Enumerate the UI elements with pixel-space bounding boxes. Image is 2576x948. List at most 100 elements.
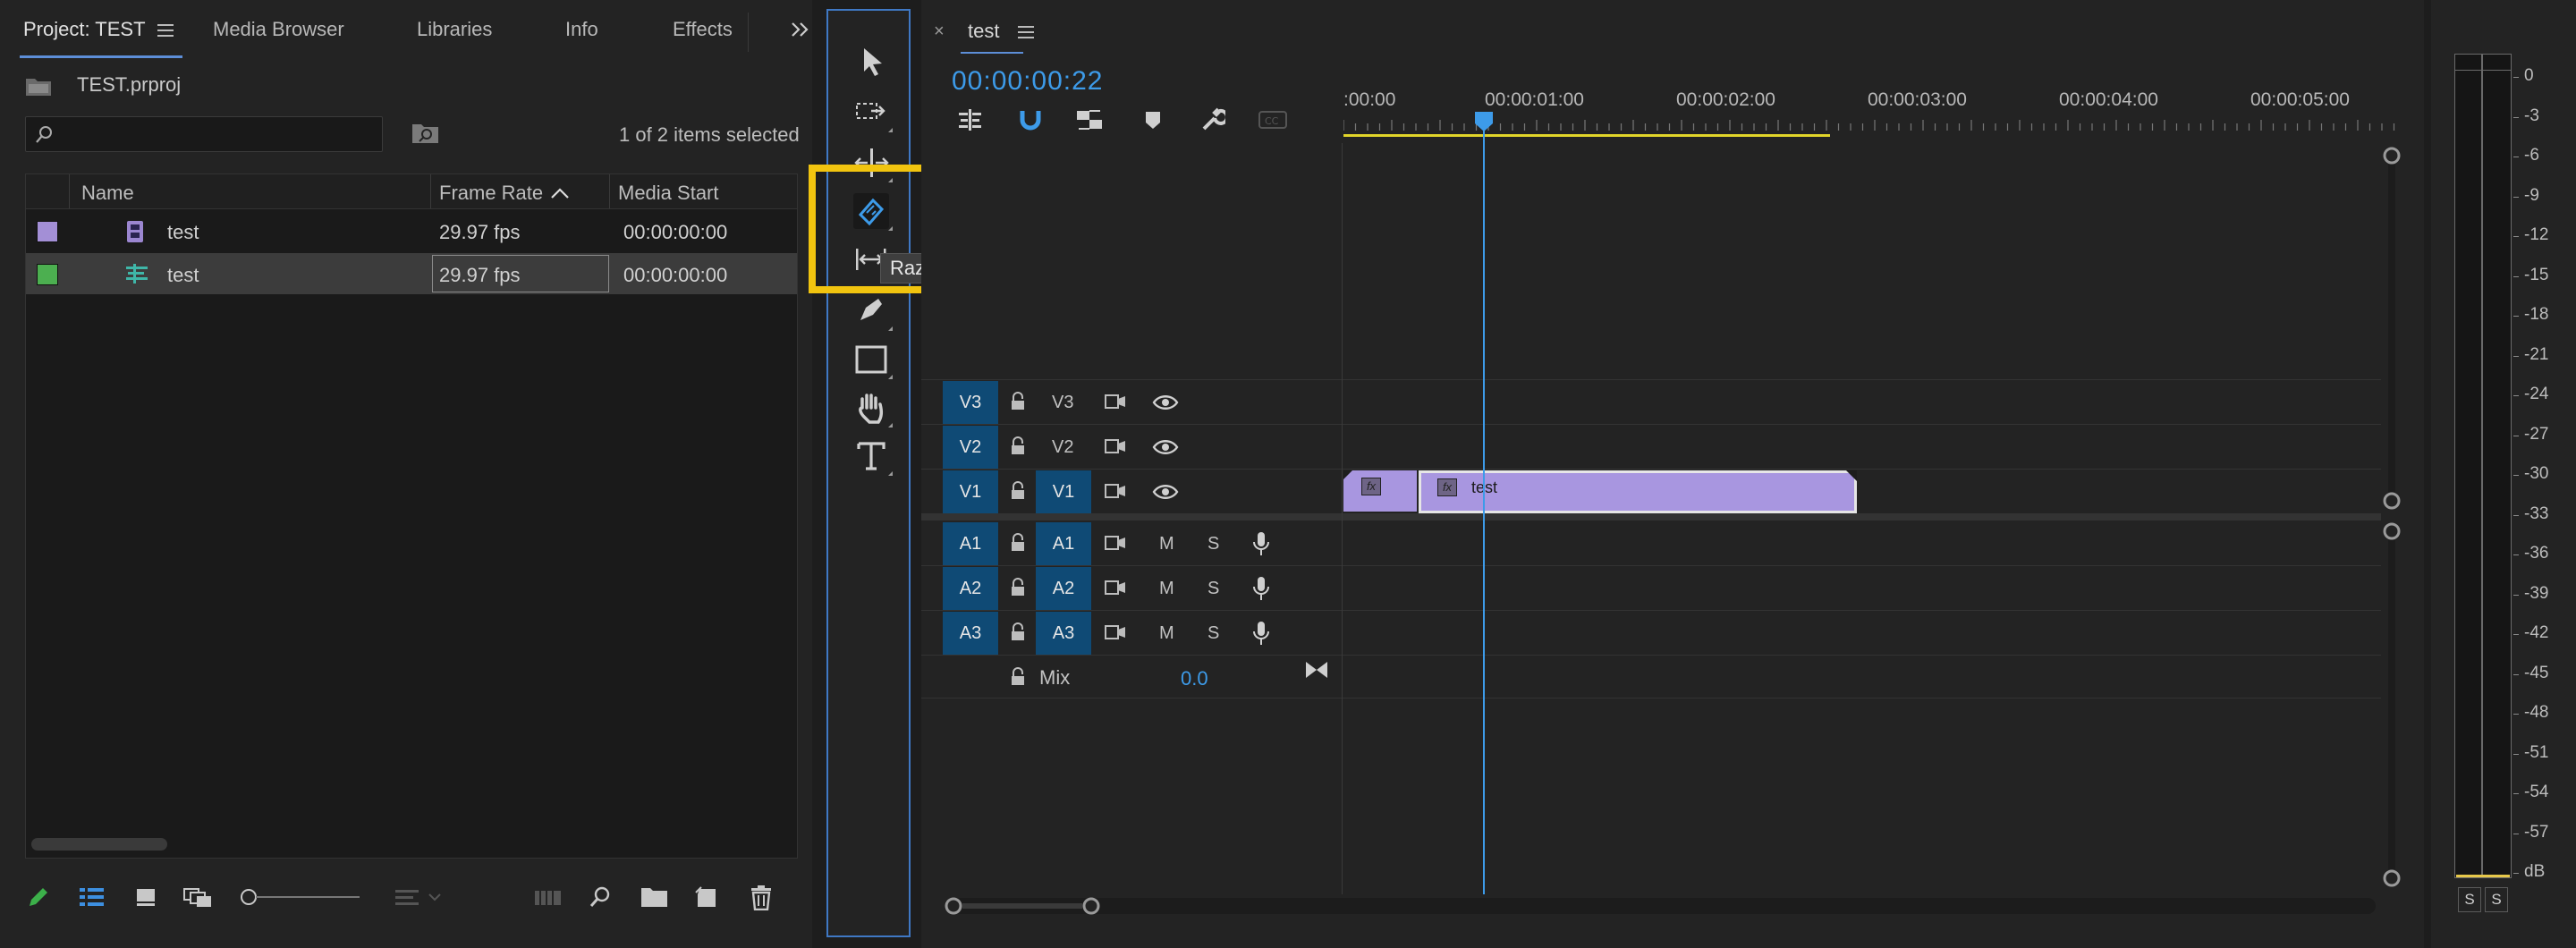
microphone-icon[interactable] (1252, 576, 1270, 601)
mute-button[interactable]: M (1159, 612, 1174, 655)
captions-icon[interactable]: CC (1258, 109, 1288, 131)
horizontal-scrollbar[interactable] (31, 838, 167, 851)
lock-icon[interactable] (1009, 622, 1027, 642)
solo-button[interactable]: S (1208, 567, 1219, 610)
microphone-icon[interactable] (1252, 531, 1270, 556)
sequence-tab[interactable]: test (968, 20, 999, 43)
timeline-zoom-scrollbar[interactable] (945, 898, 2376, 914)
track-target-a3[interactable]: A3 (1036, 612, 1091, 655)
label-color-swatch[interactable] (37, 221, 58, 242)
insert-as-nest-icon[interactable] (957, 107, 984, 132)
sync-lock-icon[interactable] (1104, 394, 1129, 411)
audio-scroll-track[interactable] (2388, 540, 2395, 869)
pen-tool[interactable] (853, 293, 893, 331)
sync-lock-icon[interactable] (1104, 535, 1129, 553)
zoom-handle-left[interactable] (945, 897, 962, 915)
solo-button[interactable]: S (1208, 522, 1219, 565)
track-label[interactable]: V3 (1052, 381, 1073, 424)
panel-menu-icon[interactable] (157, 23, 174, 38)
playhead-line[interactable] (1483, 120, 1485, 894)
scroll-knob[interactable] (2383, 869, 2401, 887)
new-bin-icon[interactable] (640, 885, 669, 909)
selection-tool[interactable] (853, 45, 889, 80)
automate-to-sequence-icon[interactable] (533, 885, 564, 909)
column-media-start[interactable]: Media Start (618, 182, 719, 205)
tab-effects[interactable]: Effects (673, 18, 733, 41)
lock-icon[interactable] (1009, 436, 1027, 456)
mute-button[interactable]: M (1159, 567, 1174, 610)
mix-volume-value[interactable]: 0.0 (1181, 667, 1208, 690)
scroll-knob[interactable] (2383, 147, 2401, 165)
source-patch-v1[interactable]: V1 (943, 470, 998, 513)
zoom-slider[interactable] (238, 885, 363, 909)
lock-icon[interactable] (1009, 392, 1027, 411)
eye-icon[interactable] (1152, 438, 1179, 456)
source-patch-a3[interactable]: A3 (943, 612, 998, 655)
new-item-icon[interactable] (694, 885, 719, 910)
search-input[interactable] (25, 116, 383, 152)
panel-menu-icon[interactable] (1018, 25, 1034, 39)
track-target-a1[interactable]: A1 (1036, 522, 1091, 565)
timecode-display[interactable]: 00:00:00:22 (952, 66, 1103, 97)
sync-lock-icon[interactable] (1104, 438, 1129, 456)
source-patch-a2[interactable]: A2 (943, 567, 998, 610)
item-name[interactable]: test (167, 264, 199, 287)
column-frame-rate[interactable]: Frame Rate (439, 182, 543, 205)
eye-icon[interactable] (1152, 483, 1179, 501)
tab-info[interactable]: Info (565, 18, 598, 41)
hand-tool[interactable] (853, 390, 893, 427)
list-item-selected[interactable]: test 29.97 fps 00:00:00:00 (26, 253, 797, 294)
tab-libraries[interactable]: Libraries (417, 18, 492, 41)
list-view-icon[interactable] (79, 885, 106, 909)
lock-icon[interactable] (1009, 533, 1027, 553)
find-in-bin-icon[interactable] (411, 122, 440, 145)
track-target-v1[interactable]: V1 (1036, 470, 1091, 513)
zoom-scrollbar-thumb[interactable] (962, 903, 1082, 909)
lock-icon[interactable] (1009, 578, 1027, 597)
track-label[interactable]: V2 (1052, 426, 1073, 469)
solo-right-button[interactable]: S (2485, 887, 2508, 912)
add-marker-icon[interactable] (1143, 109, 1163, 132)
list-item[interactable]: test 29.97 fps 00:00:00:00 (26, 210, 797, 251)
icon-view-icon[interactable] (134, 885, 157, 909)
track-select-tool[interactable] (853, 95, 893, 132)
item-name[interactable]: test (167, 221, 199, 244)
microphone-icon[interactable] (1252, 621, 1270, 646)
pencil-icon[interactable] (27, 885, 50, 909)
video-scroll-track[interactable] (2388, 165, 2395, 492)
video-audio-divider[interactable] (921, 513, 2381, 521)
zoom-handle-right[interactable] (1082, 897, 1100, 915)
scroll-knob[interactable] (2383, 492, 2401, 510)
source-patch-v2[interactable]: V2 (943, 426, 998, 469)
source-patch-a1[interactable]: A1 (943, 522, 998, 565)
tab-media-browser[interactable]: Media Browser (213, 18, 344, 41)
timeline-settings-wrench-icon[interactable] (1199, 106, 1225, 132)
bowtie-icon[interactable] (1304, 660, 1329, 680)
lock-icon[interactable] (1009, 481, 1027, 501)
find-icon[interactable] (589, 885, 614, 910)
lock-icon[interactable] (1009, 667, 1027, 687)
close-icon[interactable]: × (934, 21, 945, 42)
panel-overflow-icon[interactable] (791, 21, 810, 38)
snap-magnet-icon[interactable] (1018, 107, 1043, 132)
track-target-a2[interactable]: A2 (1036, 567, 1091, 610)
sync-lock-icon[interactable] (1104, 580, 1129, 597)
scroll-knob[interactable] (2383, 522, 2401, 540)
eye-icon[interactable] (1152, 394, 1179, 411)
video-clip[interactable]: fx (1343, 470, 1417, 512)
solo-button[interactable]: S (1208, 612, 1219, 655)
type-tool[interactable] (853, 438, 893, 476)
sync-lock-icon[interactable] (1104, 624, 1129, 642)
source-patch-v3[interactable]: V3 (943, 381, 998, 424)
time-ruler[interactable] (1343, 116, 2408, 143)
item-frame-rate[interactable]: 29.97 fps (439, 264, 521, 287)
column-name[interactable]: Name (81, 182, 134, 205)
mute-button[interactable]: M (1159, 522, 1174, 565)
trash-icon[interactable] (750, 885, 773, 910)
sort-icons-icon[interactable] (394, 885, 447, 909)
linked-selection-icon[interactable] (1075, 107, 1104, 132)
tab-project[interactable]: Project: TEST (23, 18, 146, 41)
playhead-handle[interactable] (1474, 111, 1494, 132)
label-color-swatch[interactable] (37, 264, 58, 285)
rectangle-tool[interactable] (853, 342, 893, 379)
